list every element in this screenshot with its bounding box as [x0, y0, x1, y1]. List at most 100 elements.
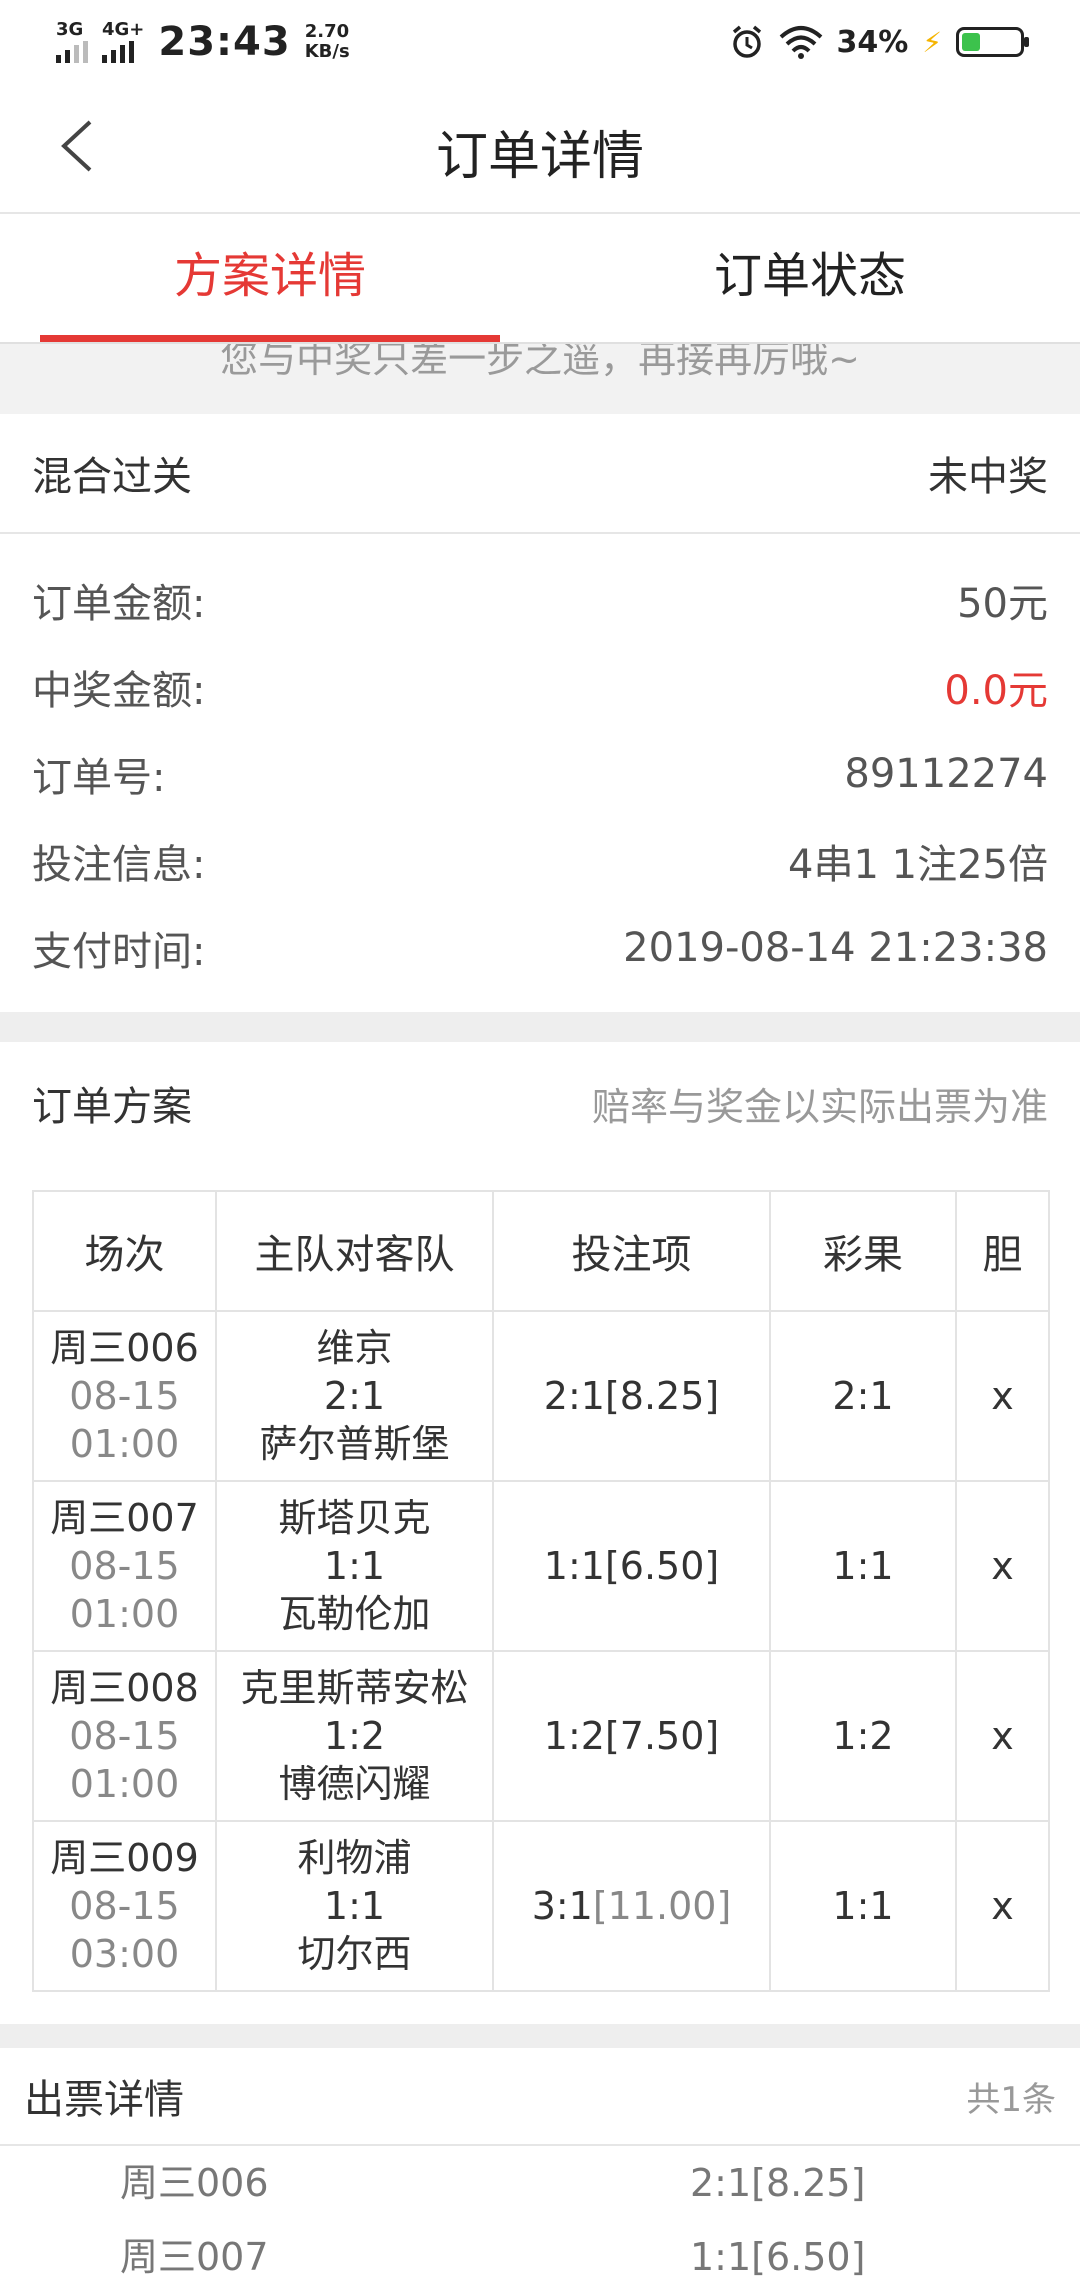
banker-cell: x [955, 1310, 1050, 1482]
table-row: 周三006 08-15 01:00 维京 2:1 萨尔普斯堡 2:1[8.25]… [32, 1310, 1050, 1482]
plan-title: 订单方案 [32, 1084, 192, 1130]
col-header-banker: 胆 [955, 1190, 1050, 1312]
teams-cell: 利物浦 1:1 切尔西 [215, 1820, 494, 1992]
result-cell: 1:1 [769, 1480, 957, 1652]
signal-bars-icon [102, 41, 134, 63]
ticket-header: 出票详情 共1条 [0, 2048, 1080, 2146]
info-value: 2019-08-14 21:23:38 [623, 924, 1048, 971]
teams-cell: 斯塔贝克 1:1 瓦勒伦加 [215, 1480, 494, 1652]
list-item: 周三006 2:1[8.25] [0, 2146, 1080, 2220]
col-header-bet: 投注项 [492, 1190, 771, 1312]
table-row: 周三009 08-15 03:00 利物浦 1:1 切尔西 3:1[11.00]… [32, 1820, 1050, 1992]
bet-cell: 1:2[7.50] [492, 1650, 771, 1822]
section-divider [0, 1012, 1080, 1042]
match-cell: 周三009 08-15 03:00 [32, 1820, 217, 1992]
match-date: 08-15 [69, 1374, 180, 1418]
match-cell: 周三006 08-15 01:00 [32, 1310, 217, 1482]
ticket-title: 出票详情 [24, 2077, 184, 2123]
match-number: 周三008 [50, 1666, 199, 1710]
info-label: 订单号: [32, 754, 166, 801]
bet-odds: [11.00] [592, 1884, 732, 1928]
clock: 23:43 [158, 19, 291, 65]
result-notice: 您与中奖只差一步之遥，再接再厉哦~ [0, 344, 1080, 414]
teams-cell: 维京 2:1 萨尔普斯堡 [215, 1310, 494, 1482]
match-time: 01:00 [69, 1592, 180, 1636]
match-time: 01:00 [69, 1422, 180, 1466]
network-label-4g: 4G+ [102, 19, 145, 40]
match-cell: 周三008 08-15 01:00 [32, 1650, 217, 1822]
bet-cell: 1:1[6.50] [492, 1480, 771, 1652]
info-value: 4串1 1注25倍 [788, 841, 1048, 888]
ticket-count: 共1条 [966, 2079, 1056, 2120]
signal-bars-icon [56, 41, 88, 63]
network-speed-unit: KB/s [304, 41, 350, 62]
match-number: 周三009 [50, 1836, 199, 1880]
info-value: 0.0元 [944, 667, 1048, 714]
tab-plan-details[interactable]: 方案详情 [0, 214, 540, 342]
plan-table: 场次 主队对客队 投注项 彩果 胆 周三006 08-15 01:00 维京 2… [32, 1190, 1050, 1992]
bet-cell: 3:1[11.00] [492, 1820, 771, 1992]
match-date: 08-15 [69, 1544, 180, 1588]
info-row-prize: 中奖金额: 0.0元 [0, 643, 1080, 730]
battery-percent: 34% [836, 24, 909, 60]
bet-cell: 2:1[8.25] [492, 1310, 771, 1482]
win-status: 未中奖 [928, 454, 1048, 500]
result-cell: 1:1 [769, 1820, 957, 1992]
match-number: 周三007 [50, 1496, 199, 1540]
tab-order-status[interactable]: 订单状态 [540, 214, 1080, 342]
col-header-match: 场次 [32, 1190, 217, 1312]
away-team: 萨尔普斯堡 [259, 1422, 450, 1466]
info-label: 订单金额: [32, 580, 206, 627]
ticket-pick: 1:1[6.50] [690, 2235, 866, 2279]
home-team: 斯塔贝克 [278, 1496, 431, 1540]
home-team: 维京 [316, 1326, 393, 1370]
ticket-match: 周三007 [120, 2235, 269, 2279]
home-team: 克里斯蒂安松 [240, 1666, 469, 1710]
wifi-icon [779, 26, 822, 59]
banker-cell: x [955, 1650, 1050, 1822]
final-score: 1:1 [323, 1544, 386, 1588]
result-cell: 2:1 [769, 1310, 957, 1482]
table-row: 周三008 08-15 01:00 克里斯蒂安松 1:2 博德闪耀 1:2[7.… [32, 1650, 1050, 1822]
plan-header: 订单方案 赔率与奖金以实际出票为准 [0, 1042, 1080, 1164]
info-label: 支付时间: [32, 928, 206, 975]
home-team: 利物浦 [297, 1836, 412, 1880]
bet-pick: 3:1 [531, 1884, 593, 1928]
info-value: 89112274 [844, 750, 1048, 797]
network-label-3g: 3G [56, 19, 84, 40]
match-number: 周三006 [50, 1326, 199, 1370]
order-summary: 混合过关 未中奖 订单金额: 50元 中奖金额: 0.0元 订单号: 89112… [0, 414, 1080, 991]
network-speed: 2.70 KB/s [305, 22, 350, 62]
nav-bar: 订单详情 [0, 84, 1080, 214]
status-left: 3G 4G+ 23:43 2.70 KB/s [56, 19, 350, 65]
order-info-list: 订单金额: 50元 中奖金额: 0.0元 订单号: 89112274 投注信息:… [0, 534, 1080, 991]
match-date: 08-15 [69, 1884, 180, 1928]
play-type-row: 混合过关 未中奖 [0, 414, 1080, 534]
match-time: 01:00 [69, 1762, 180, 1806]
info-value: 50元 [957, 580, 1048, 627]
away-team: 博德闪耀 [278, 1762, 431, 1806]
ticket-details: 出票详情 共1条 周三006 2:1[8.25] 周三007 1:1[6.50] [0, 2048, 1080, 2280]
col-header-result: 彩果 [769, 1190, 957, 1312]
ticket-match: 周三006 [120, 2161, 269, 2205]
signal-4g: 4G+ [102, 21, 144, 63]
info-row-amount: 订单金额: 50元 [0, 556, 1080, 643]
result-cell: 1:2 [769, 1650, 957, 1822]
match-date: 08-15 [69, 1714, 180, 1758]
final-score: 2:1 [323, 1374, 386, 1418]
banker-cell: x [955, 1480, 1050, 1652]
network-speed-value: 2.70 [304, 21, 350, 42]
section-divider [0, 2024, 1080, 2048]
info-row-pay-time: 支付时间: 2019-08-14 21:23:38 [0, 904, 1080, 991]
status-bar: 3G 4G+ 23:43 2.70 KB/s 34% ⚡ [0, 0, 1080, 84]
info-label: 中奖金额: [32, 667, 206, 714]
play-type: 混合过关 [32, 454, 192, 500]
final-score: 1:1 [323, 1884, 386, 1928]
banker-cell: x [955, 1820, 1050, 1992]
page-title: 订单详情 [435, 127, 644, 187]
away-team: 切尔西 [297, 1932, 412, 1976]
teams-cell: 克里斯蒂安松 1:2 博德闪耀 [215, 1650, 494, 1822]
info-row-order-number: 订单号: 89112274 [0, 730, 1080, 817]
match-time: 03:00 [69, 1932, 180, 1976]
charging-bolt-icon: ⚡ [922, 25, 942, 59]
